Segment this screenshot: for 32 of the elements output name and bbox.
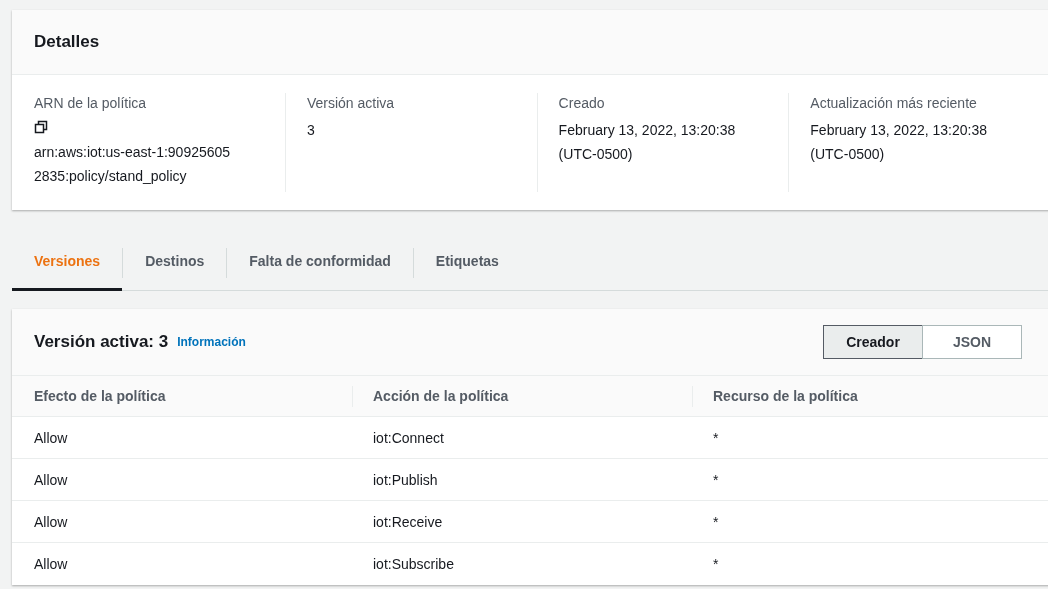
- field-value: 3: [306, 121, 316, 140]
- table-cell: *: [713, 429, 719, 446]
- table-cell: *: [713, 471, 719, 488]
- column-header: Acción de la política: [373, 386, 509, 406]
- column-header: Recurso de la política: [713, 386, 858, 406]
- field-label: ARN de la política: [34, 94, 148, 113]
- field-label: Creado: [558, 94, 606, 113]
- table-cell: Allow: [34, 513, 68, 530]
- tab[interactable]: Falta de conformidad: [227, 235, 413, 291]
- info-link[interactable]: Información: [177, 333, 246, 351]
- field-label: Actualización más reciente: [810, 94, 978, 113]
- table-cell: Allow: [34, 556, 68, 572]
- field-value: February 13, 2022, 13:20:38 (UTC-0500): [558, 121, 737, 164]
- table-cell: iot:Publish: [373, 471, 438, 488]
- view-toggle-button[interactable]: Creador: [823, 325, 923, 359]
- table-cell: iot:Receive: [373, 513, 443, 530]
- table-cell: *: [713, 556, 719, 572]
- field-label: Versión activa: [306, 94, 396, 113]
- copy-icon[interactable]: [34, 120, 48, 134]
- table-cell: Allow: [34, 429, 68, 446]
- table-cell: iot:Connect: [373, 429, 444, 446]
- view-toggle-button[interactable]: JSON: [922, 325, 1022, 359]
- details-title: Detalles: [34, 31, 100, 54]
- tab[interactable]: Etiquetas: [413, 235, 521, 291]
- tab[interactable]: Destinos: [123, 235, 227, 291]
- table-cell: iot:Subscribe: [373, 556, 454, 572]
- column-header: Efecto de la política: [34, 386, 166, 406]
- version-title: Versión activa: 3: [34, 331, 169, 354]
- field-value: February 13, 2022, 13:20:38 (UTC-0500): [810, 121, 988, 164]
- table-cell: *: [713, 513, 719, 530]
- field-value: arn:aws:iot:us-east-1:90925605 2835:policy/stand_policy: [34, 143, 232, 186]
- table-cell: Allow: [34, 471, 68, 488]
